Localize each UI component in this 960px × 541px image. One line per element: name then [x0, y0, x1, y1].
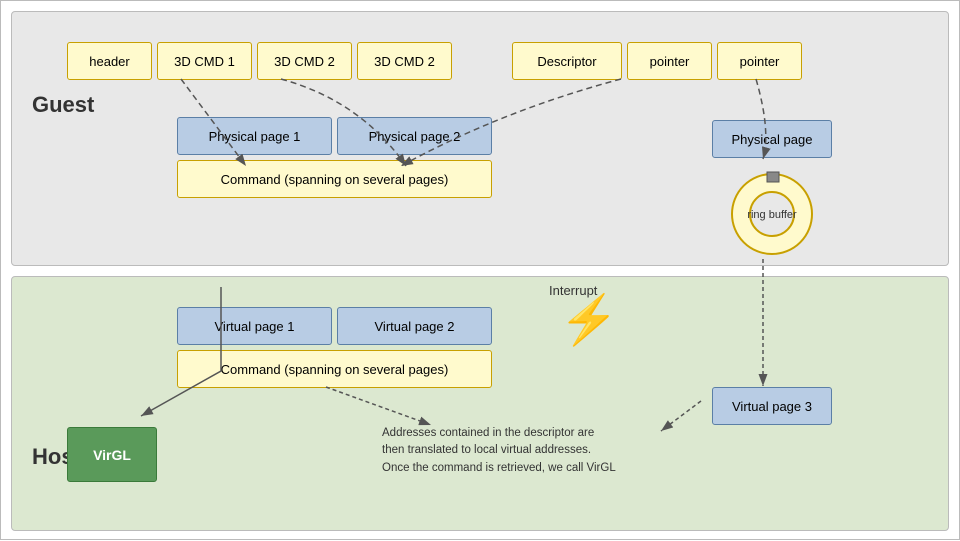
pointer2-box: pointer	[717, 42, 802, 80]
physical-page-ring: Physical page	[712, 120, 832, 158]
guest-label: Guest	[32, 92, 94, 118]
address-note: Addresses contained in the descriptor ar…	[382, 425, 682, 477]
cmd2a-box: 3D CMD 2	[257, 42, 352, 80]
physical-page-1: Physical page 1	[177, 117, 332, 155]
physical-page-2: Physical page 2	[337, 117, 492, 155]
host-area: Host Virtual page 1 Virtual page 2 Comma…	[11, 276, 949, 531]
pointer1-box: pointer	[627, 42, 712, 80]
diagram-container: Guest header 3D CMD 1 3D CMD 2 3D CMD 2 …	[0, 0, 960, 540]
command-guest: Command (spanning on several pages)	[177, 160, 492, 198]
ring-buffer-container: ring buffer	[707, 162, 837, 257]
virtual-page-1: Virtual page 1	[177, 307, 332, 345]
svg-text:ring buffer: ring buffer	[747, 209, 797, 221]
guest-area: Guest header 3D CMD 1 3D CMD 2 3D CMD 2 …	[11, 11, 949, 266]
cmd1-box: 3D CMD 1	[157, 42, 252, 80]
header-box: header	[67, 42, 152, 80]
command-host: Command (spanning on several pages)	[177, 350, 492, 388]
virtual-page-3: Virtual page 3	[712, 387, 832, 425]
virtual-page-2: Virtual page 2	[337, 307, 492, 345]
virgl-box: VirGL	[67, 427, 157, 482]
lightning-icon: ⚡	[559, 297, 619, 345]
cmd2b-box: 3D CMD 2	[357, 42, 452, 80]
descriptor-box: Descriptor	[512, 42, 622, 80]
